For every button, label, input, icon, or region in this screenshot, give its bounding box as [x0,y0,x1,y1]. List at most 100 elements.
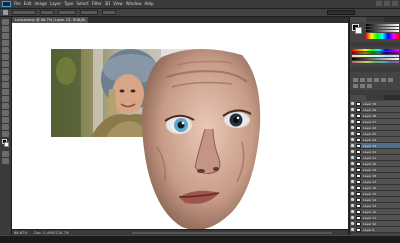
healing-brush-icon[interactable] [2,61,9,67]
curves-icon[interactable] [367,78,372,82]
eye-icon[interactable] [351,138,354,141]
eye-icon[interactable] [351,198,354,201]
layer-thumbnail [356,149,361,154]
document-window: Ladybuddy @ 66.7% (Layer 23, RGB/8) 66.6… [12,17,348,236]
pen-icon[interactable] [2,117,9,123]
menu-window[interactable]: Window [126,0,142,8]
eye-icon[interactable] [351,144,354,147]
menu-view[interactable]: View [113,0,123,8]
hand-icon[interactable] [2,131,9,137]
close-icon[interactable] [392,1,398,6]
quick-select-icon[interactable] [2,40,9,46]
eye-icon[interactable] [351,114,354,117]
eye-icon[interactable] [351,228,354,231]
brightness-icon[interactable] [353,78,358,82]
eye-icon[interactable] [351,126,354,129]
eye-icon[interactable] [351,216,354,219]
color-spectrum[interactable] [366,33,399,39]
workspace-select[interactable] [327,10,355,15]
quick-mask-icon[interactable] [2,151,9,157]
3d-mode-controls[interactable] [102,10,116,15]
swatch-row[interactable] [352,61,399,63]
bg-color-chip[interactable] [355,27,362,34]
blur-icon[interactable] [2,103,9,109]
eraser-icon[interactable] [2,89,9,95]
photo-filter-icon[interactable] [367,84,372,88]
auto-select-field[interactable] [12,10,36,15]
swatch-row[interactable] [352,58,399,60]
menu-filter[interactable]: Filter [92,0,102,8]
eye-icon[interactable] [351,192,354,195]
clone-stamp-icon[interactable] [2,75,9,81]
color-balance-icon[interactable] [353,84,358,88]
eye-icon[interactable] [351,186,354,189]
layer-thumbnail [356,143,361,148]
tab-channels[interactable] [366,95,384,100]
menu-select[interactable]: Select [76,0,88,8]
marquee-tool-icon[interactable] [2,26,9,32]
eye-icon[interactable] [351,162,354,165]
eyedropper-icon[interactable] [2,54,9,60]
red-slider[interactable] [366,24,399,26]
menu-edit[interactable]: Edit [24,0,32,8]
swatch-row[interactable] [352,49,399,51]
maximize-icon[interactable] [384,1,390,6]
menu-help[interactable]: Help [144,0,153,8]
background-color-swatch[interactable] [4,142,9,147]
layer-row[interactable]: Layer 9 [350,227,400,233]
exposure-icon[interactable] [374,78,379,82]
green-slider[interactable] [366,27,399,29]
eye-icon[interactable] [351,108,354,111]
lasso-tool-icon[interactable] [2,33,9,39]
menu-items: File Edit Image Layer Type Select Filter… [14,0,154,8]
layer-thumbnail [356,227,361,232]
vibrance-icon[interactable] [381,78,386,82]
brush-tool-icon[interactable] [2,68,9,74]
canvas[interactable] [12,23,348,229]
eye-icon[interactable] [351,156,354,159]
layer-list: Layer 30 Layer 29 Layer 28 Layer 27 Layer 26… [350,101,400,233]
transform-controls-toggle[interactable] [40,10,54,15]
gradient-icon[interactable] [2,96,9,102]
hue-saturation-icon[interactable] [388,78,393,82]
eye-icon[interactable] [351,174,354,177]
eye-icon[interactable] [351,222,354,225]
swatch-row[interactable] [352,55,399,57]
layer-thumbnail [356,215,361,220]
distribute-controls[interactable] [80,10,98,15]
type-icon[interactable] [2,124,9,130]
layer-thumbnail [356,119,361,124]
horizontal-scrollbar[interactable] [132,232,332,234]
blue-slider[interactable] [366,30,399,32]
menu-file[interactable]: File [14,0,21,8]
options-bar [0,9,400,17]
menu-layer[interactable]: Layer [50,0,61,8]
screen-mode-icon[interactable] [2,158,9,164]
dodge-icon[interactable] [2,110,9,116]
eye-icon[interactable] [351,204,354,207]
layer-thumbnail [356,161,361,166]
eye-icon[interactable] [351,168,354,171]
history-brush-icon[interactable] [2,82,9,88]
minimize-icon[interactable] [376,1,382,6]
menu-3d[interactable]: 3D [105,0,111,8]
panels-dock: Layer 30 Layer 29 Layer 28 Layer 27 Layer 26… [349,17,400,235]
eye-icon[interactable] [351,132,354,135]
align-controls[interactable] [58,10,76,15]
eye-icon[interactable] [351,150,354,153]
eye-icon[interactable] [351,180,354,183]
eye-icon[interactable] [351,120,354,123]
menu-type[interactable]: Type [64,0,73,8]
layer-thumbnail [356,131,361,136]
eye-icon[interactable] [351,210,354,213]
crop-icon[interactable] [2,47,9,53]
move-tool-icon[interactable] [2,19,9,25]
black-white-icon[interactable] [360,84,365,88]
move-tool-icon[interactable] [3,10,8,15]
eye-icon[interactable] [351,102,354,105]
color-panel [350,22,400,42]
levels-icon[interactable] [360,78,365,82]
swatch-row[interactable] [352,52,399,54]
menu-image[interactable]: Image [34,0,47,8]
tools-panel [0,17,12,235]
